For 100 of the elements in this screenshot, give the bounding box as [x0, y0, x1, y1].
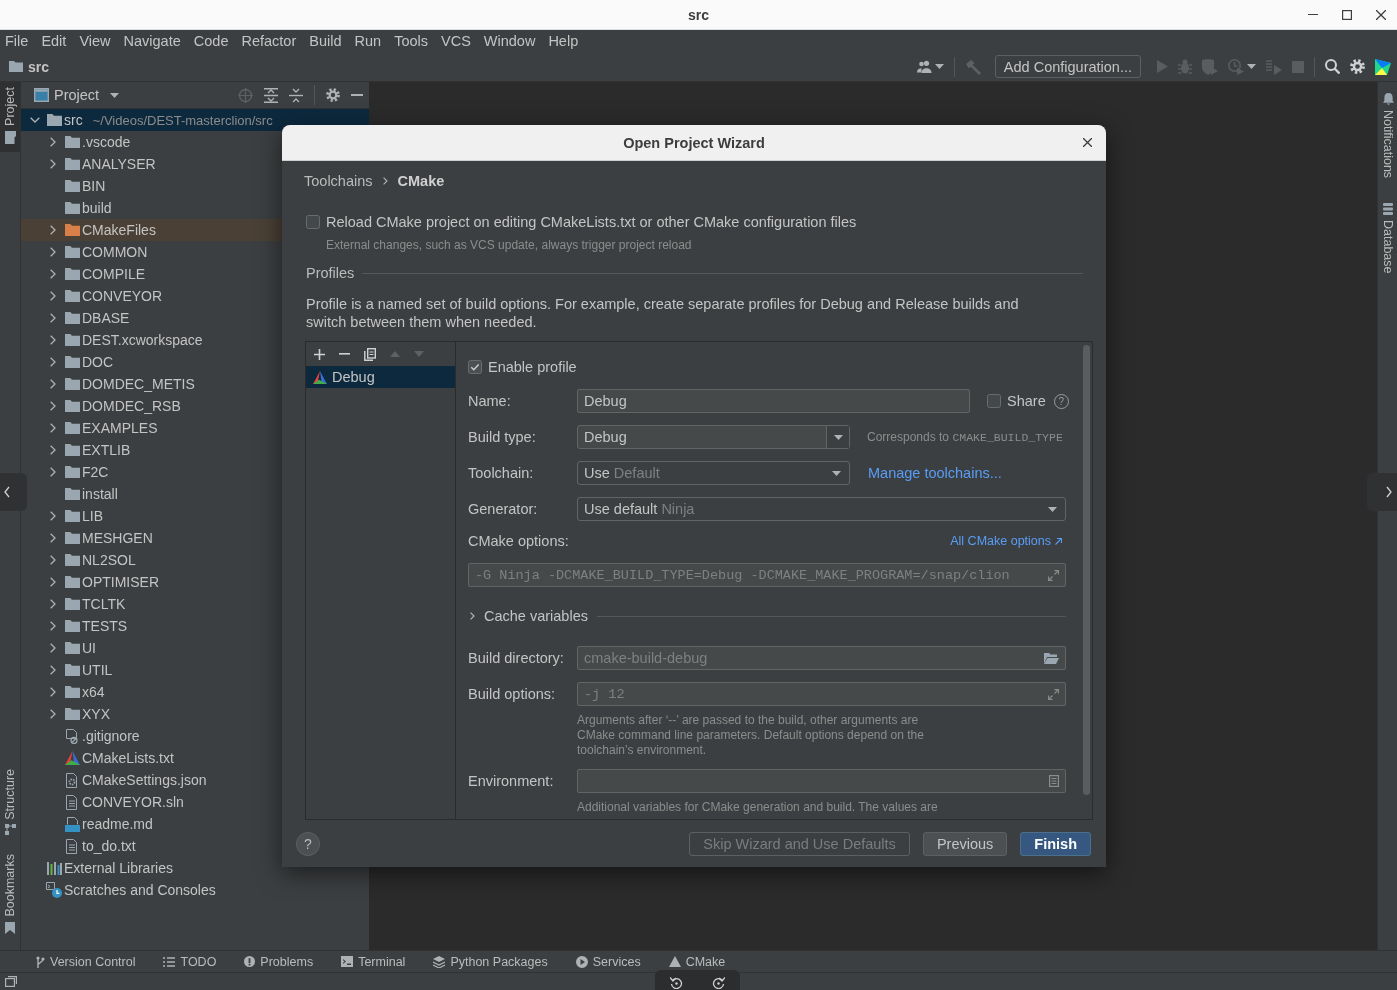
- tree-item[interactable]: F2C: [28, 461, 282, 483]
- chevron-right-icon[interactable]: [50, 291, 56, 301]
- tree-item[interactable]: DBASE: [28, 307, 282, 329]
- breadcrumb-item[interactable]: src: [28, 58, 50, 75]
- expand-icon[interactable]: [1048, 569, 1059, 581]
- tree-item[interactable]: BIN: [28, 175, 282, 197]
- rotate-left-icon[interactable]: [669, 975, 683, 989]
- caret-icon[interactable]: [934, 64, 944, 69]
- tree-item[interactable]: External Libraries: [28, 857, 282, 879]
- menu-item[interactable]: Help: [548, 33, 579, 49]
- tool-window-tab[interactable]: Terminal: [339, 951, 408, 972]
- rotate-right-icon[interactable]: [712, 975, 726, 989]
- chevron-right-icon[interactable]: [470, 612, 475, 620]
- chevron-right-icon[interactable]: [50, 599, 56, 609]
- add-icon[interactable]: [314, 348, 325, 360]
- build-type-dropdown[interactable]: Debug: [577, 425, 850, 449]
- caret-icon[interactable]: [110, 92, 120, 98]
- menu-item[interactable]: VCS: [441, 33, 471, 49]
- menu-item[interactable]: Run: [354, 33, 382, 49]
- checkbox-label[interactable]: Reload CMake project on editing CMakeLists.txt or other CMake configuration files: [326, 214, 857, 230]
- tree-item[interactable]: COMPILE: [28, 263, 282, 285]
- tree-item[interactable]: ANALYSER: [28, 153, 282, 175]
- scrollbar-thumb[interactable]: [1083, 345, 1090, 795]
- help-button[interactable]: ?: [296, 831, 320, 856]
- tool-window-tab[interactable]: Services: [573, 951, 643, 972]
- tree-item[interactable]: DOMDEC_RSB: [28, 395, 282, 417]
- tree-item[interactable]: XYX: [28, 703, 282, 725]
- chevron-right-icon[interactable]: [50, 225, 56, 235]
- chevron-right-icon[interactable]: [50, 313, 56, 323]
- chevron-right-icon[interactable]: [50, 137, 56, 147]
- chevron-right-icon[interactable]: [50, 401, 56, 411]
- checkbox[interactable]: [468, 360, 482, 374]
- dialog-button[interactable]: Previous: [922, 831, 1008, 856]
- tree-item[interactable]: x64: [28, 681, 282, 703]
- menu-item[interactable]: Edit: [41, 33, 67, 49]
- tree-item[interactable]: .vscode: [28, 131, 282, 153]
- caret-icon[interactable]: [832, 470, 841, 476]
- tree-item[interactable]: Scratches and Consoles: [28, 879, 282, 901]
- chevron-right-icon[interactable]: [50, 379, 56, 389]
- tree-item[interactable]: .gitignore: [28, 725, 282, 747]
- chevron-right-icon[interactable]: [50, 643, 56, 653]
- all-cmake-options-link[interactable]: All CMake options: [950, 534, 1062, 548]
- menu-item[interactable]: File: [5, 33, 29, 49]
- settings-icon[interactable]: [1350, 59, 1365, 74]
- tool-window-tab[interactable]: Database: [1378, 200, 1397, 280]
- menu-item[interactable]: Build: [309, 33, 342, 49]
- close-icon[interactable]: [1376, 9, 1386, 20]
- tree-item[interactable]: CMakeFiles: [21, 219, 282, 241]
- minimize-icon[interactable]: [1308, 13, 1318, 16]
- panel-title[interactable]: Project: [54, 87, 100, 103]
- section-toggle[interactable]: Cache variables: [484, 608, 588, 624]
- tool-window-tab[interactable]: Bookmarks: [0, 849, 20, 942]
- tree-item[interactable]: CONVEYOR.sln: [28, 791, 282, 813]
- tool-window-tab[interactable]: Problems: [242, 951, 316, 972]
- logo-icon[interactable]: [1375, 58, 1391, 75]
- copy-icon[interactable]: [364, 347, 376, 361]
- chevron-right-icon[interactable]: [50, 247, 56, 257]
- menu-item[interactable]: Refactor: [241, 33, 297, 49]
- chevron-right-icon[interactable]: [50, 159, 56, 169]
- tree-item[interactable]: CMakeLists.txt: [28, 747, 282, 769]
- tree-item[interactable]: to_do.txt: [28, 835, 282, 857]
- name-field[interactable]: Debug: [577, 389, 970, 413]
- tree-item[interactable]: EXAMPLES: [28, 417, 282, 439]
- expand-all-icon[interactable]: [264, 87, 278, 103]
- tree-item[interactable]: COMMON: [28, 241, 282, 263]
- checkbox-label[interactable]: Share: [1007, 393, 1046, 409]
- checkbox[interactable]: [306, 215, 320, 229]
- tree-item[interactable]: OPTIMISER: [28, 571, 282, 593]
- tool-window-tab[interactable]: Python Packages: [431, 951, 550, 972]
- menu-item[interactable]: Window: [483, 33, 536, 49]
- tool-window-tab[interactable]: TODO: [161, 951, 219, 972]
- people-icon[interactable]: [916, 60, 932, 73]
- menu-item[interactable]: Code: [193, 33, 229, 49]
- chevron-right-icon[interactable]: [50, 687, 56, 697]
- caret-icon[interactable]: [833, 434, 843, 440]
- tree-item[interactable]: src ~/Videos/DEST-masterclion/src: [21, 109, 369, 131]
- chevron-right-icon[interactable]: [50, 709, 56, 719]
- chevron-right-icon[interactable]: [50, 665, 56, 675]
- tree-item[interactable]: TESTS: [28, 615, 282, 637]
- tree-item[interactable]: EXTLIB: [28, 439, 282, 461]
- breadcrumb-item[interactable]: Toolchains: [304, 173, 373, 189]
- menu-item[interactable]: Navigate: [123, 33, 181, 49]
- tool-window-tab[interactable]: Notifications: [1378, 90, 1397, 185]
- tree-item[interactable]: install: [28, 483, 282, 505]
- close-icon[interactable]: [1083, 138, 1092, 147]
- menu-item[interactable]: View: [79, 33, 111, 49]
- environment-field[interactable]: [577, 769, 1066, 793]
- collapse-all-icon[interactable]: [289, 87, 303, 103]
- tool-window-tab[interactable]: CMake: [666, 951, 728, 972]
- chevron-right-icon[interactable]: [50, 357, 56, 367]
- tool-window-tab[interactable]: Version Control: [34, 951, 138, 972]
- tree-item[interactable]: readme.md: [28, 813, 282, 835]
- add-configuration-button[interactable]: Add Configuration...: [994, 55, 1141, 78]
- tool-window-tab[interactable]: Project: [0, 82, 20, 152]
- expand-icon[interactable]: [1048, 688, 1059, 700]
- overlapping-squares-icon[interactable]: [5, 976, 17, 987]
- tree-item[interactable]: NL2SOL: [28, 549, 282, 571]
- tree-item[interactable]: TCLTK: [28, 593, 282, 615]
- checkbox[interactable]: [987, 394, 1001, 408]
- breadcrumb-item[interactable]: CMake: [397, 173, 445, 189]
